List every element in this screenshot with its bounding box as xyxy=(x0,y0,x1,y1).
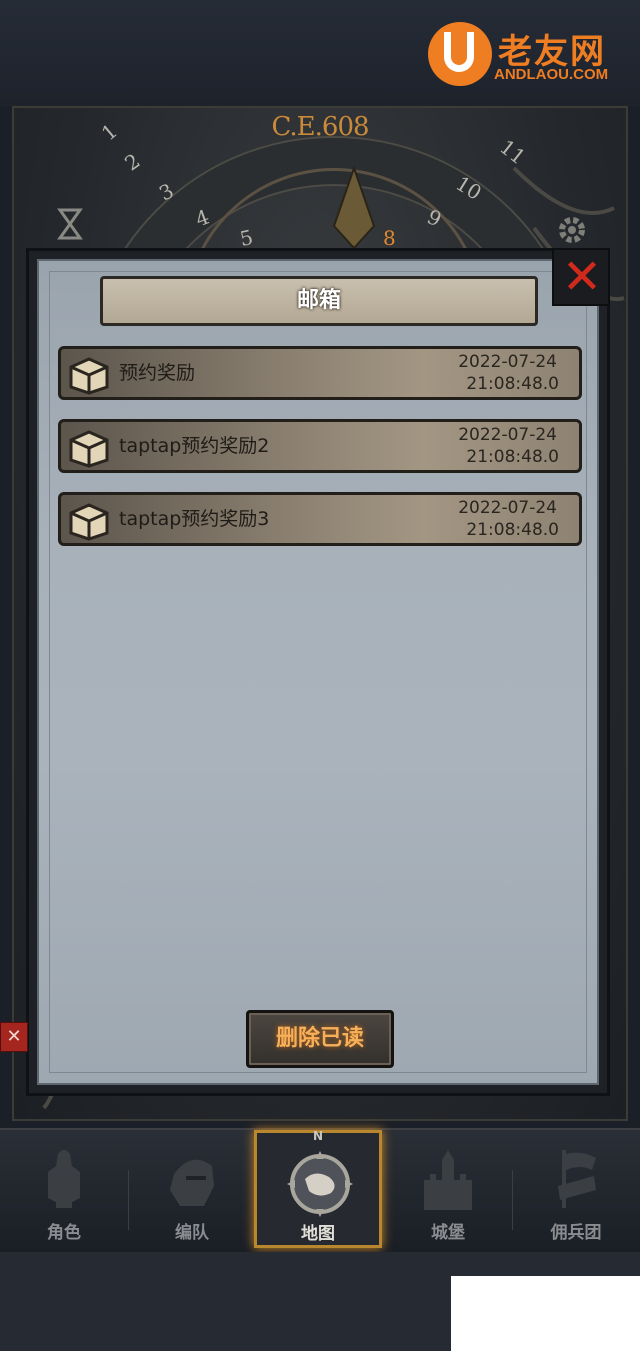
mail-title: 预约奖励 xyxy=(119,362,196,384)
watermark-subtitle: ANDLAOU.COM xyxy=(494,66,609,83)
nav-item-formation[interactable]: 编队 xyxy=(128,1136,256,1248)
mail-title: taptap预约奖励2 xyxy=(119,435,270,457)
watermark-circle-icon xyxy=(428,22,492,86)
nav-label: 角色 xyxy=(47,1223,81,1243)
bottom-nav: 角色 编队 N 地图 城堡 佣兵团 xyxy=(0,1128,640,1252)
close-button[interactable]: ✕ xyxy=(552,248,610,306)
chest-icon xyxy=(69,503,109,541)
delete-read-button[interactable]: 删除已读 xyxy=(246,1010,394,1068)
gear-icon[interactable] xyxy=(554,212,590,248)
dial-current-number: 8 xyxy=(383,226,396,250)
delete-read-label: 删除已读 xyxy=(275,1026,364,1051)
compass-north-label: N xyxy=(312,1129,324,1143)
helmet-icon xyxy=(170,1159,214,1206)
crossed-swords-icon[interactable]: ✕ xyxy=(0,1022,28,1052)
castle-icon xyxy=(424,1150,472,1210)
mail-item[interactable]: taptap预约奖励3 2022-07-24 21:08:48.0 xyxy=(58,492,582,546)
blank-area xyxy=(451,1276,640,1351)
mail-time: 21:08:48.0 xyxy=(466,447,559,467)
mail-title: taptap预约奖励3 xyxy=(119,508,270,530)
nav-item-mercenary[interactable]: 佣兵团 xyxy=(512,1136,640,1248)
nav-label: 编队 xyxy=(175,1223,209,1243)
mail-time: 21:08:48.0 xyxy=(466,374,559,394)
knight-icon xyxy=(48,1150,80,1208)
nav-item-castle[interactable]: 城堡 xyxy=(384,1136,512,1248)
hourglass-icon[interactable] xyxy=(52,206,88,242)
chest-icon xyxy=(69,430,109,468)
mail-item[interactable]: taptap预约奖励2 2022-07-24 21:08:48.0 xyxy=(58,419,582,473)
banner-icon xyxy=(558,1150,596,1208)
close-icon[interactable]: ✕ xyxy=(560,252,604,302)
watermark-logo: 老友网 ANDLAOU.COM xyxy=(428,22,628,92)
nav-item-map[interactable]: N 地图 xyxy=(254,1129,382,1248)
mail-date: 2022-07-24 xyxy=(458,352,557,372)
chest-icon xyxy=(69,357,109,395)
compass-map-icon xyxy=(287,1151,353,1217)
nav-label: 城堡 xyxy=(431,1223,465,1243)
mail-time: 21:08:48.0 xyxy=(466,520,559,540)
nav-item-character[interactable]: 角色 xyxy=(0,1136,128,1248)
mail-item[interactable]: 预约奖励 2022-07-24 21:08:48.0 xyxy=(58,346,582,400)
nav-label: 地图 xyxy=(301,1224,335,1244)
mailbox-title-banner: 邮箱 xyxy=(100,276,538,326)
mail-date: 2022-07-24 xyxy=(458,498,557,518)
mailbox-title: 邮箱 xyxy=(296,288,341,313)
nav-label: 佣兵团 xyxy=(550,1223,602,1243)
mail-date: 2022-07-24 xyxy=(458,425,557,445)
